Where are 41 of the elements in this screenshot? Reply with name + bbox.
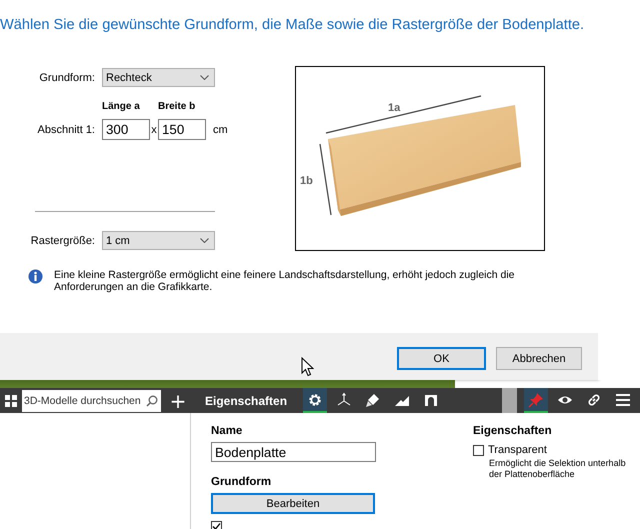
width-field[interactable]: 150 [158, 119, 206, 140]
edit-button[interactable]: Bearbeiten [211, 493, 375, 514]
section-heading: Name [211, 425, 244, 437]
hint-text: Ermöglicht die Selektion unterhalb der Plattenoberfläche [489, 458, 627, 480]
unit-label: cm [213, 124, 228, 136]
section-heading: Eigenschaften [473, 425, 553, 437]
dimension-label: 1a [388, 102, 400, 114]
mouse-pointer-icon [301, 357, 314, 377]
times-sign: x [150, 124, 158, 136]
brush-icon[interactable] [365, 392, 382, 408]
dimension-line [319, 144, 332, 216]
shape-label: Grundform: [38, 72, 95, 84]
shape-dropdown[interactable]: Rechteck [102, 68, 215, 87]
menu-icon[interactable] [615, 392, 631, 408]
instruction-text: Wählen Sie die gewünschte Grundform, die Maße sowie die Rastergröße der Bodenplatte. [0, 16, 586, 35]
section-label: Abschnitt 1: [36, 124, 95, 136]
add-button[interactable]: + [163, 390, 193, 410]
info-text: Eine kleine Rastergröße ermöglicht eine feinere Landschaftsdarstellung, erhöht jedoch zugleich die Anforderungen an die Grafikkarte. [54, 269, 516, 293]
search-field[interactable]: 3D-Modelle durchsuchen [22, 390, 161, 412]
checkbox[interactable] [473, 444, 484, 456]
checkbox-label: Transparent [488, 444, 547, 456]
length-field[interactable]: 300 [102, 119, 150, 140]
grid-size-dropdown[interactable]: 1 cm [102, 231, 215, 250]
chevron-down-icon [200, 238, 209, 243]
grid-size-label: Rastergröße: [30, 234, 95, 246]
toolbar-title: Eigenschaften [205, 394, 288, 408]
column-header: Länge a [102, 101, 141, 114]
link-icon[interactable] [586, 392, 602, 408]
ok-button[interactable]: OK [397, 347, 486, 370]
checkbox[interactable] [211, 521, 222, 529]
section-heading: Grundform [211, 476, 272, 488]
dimension-label: 1b [300, 175, 313, 187]
column-header: Breite b [158, 101, 196, 114]
name-field[interactable]: Bodenplatte [211, 442, 376, 462]
search-icon [146, 394, 158, 406]
gear-icon[interactable] [307, 392, 324, 408]
grid-icon[interactable] [5, 394, 17, 406]
chevron-down-icon [200, 75, 209, 80]
info-icon [28, 269, 43, 284]
cancel-button[interactable]: Abbrechen [496, 347, 582, 370]
axes-icon[interactable] [336, 392, 352, 408]
